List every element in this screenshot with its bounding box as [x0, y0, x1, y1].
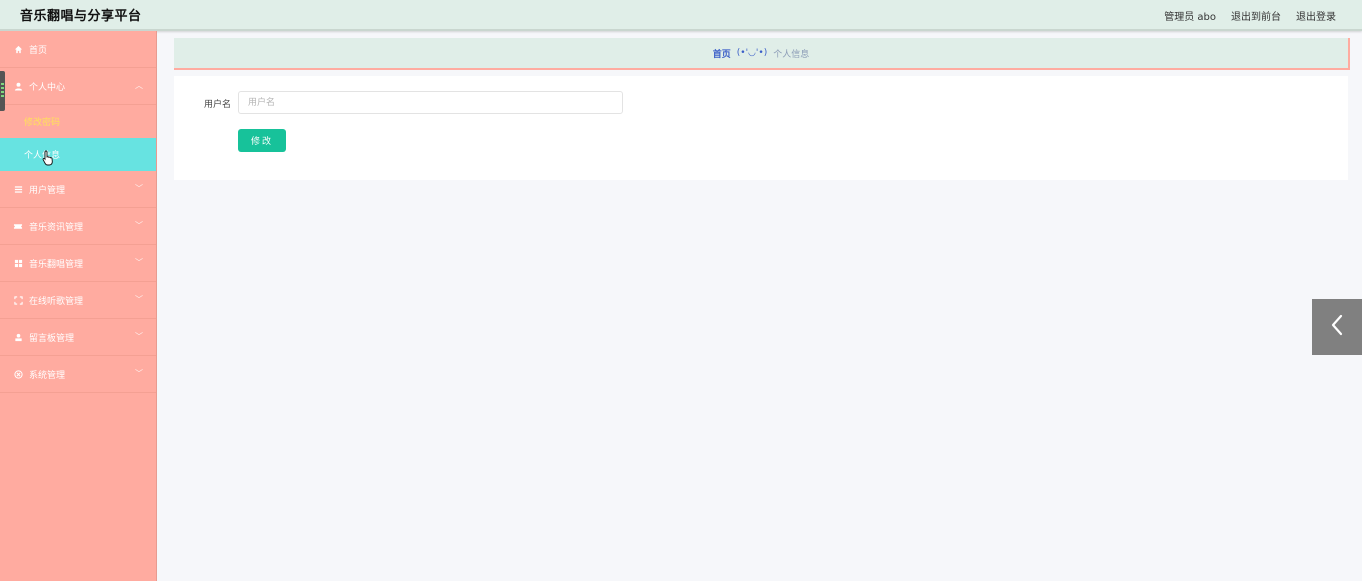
- sidebar-item-label: 首页: [29, 45, 48, 56]
- user-icon: [13, 81, 23, 91]
- sidebar-item-label: 留言板管理: [29, 333, 75, 344]
- breadcrumb-home-link[interactable]: 首页: [713, 47, 731, 60]
- personal-info-form: 用户名 修改: [174, 76, 1348, 180]
- breadcrumb-separator: (•'◡'•): [736, 48, 768, 58]
- chevron-down-icon: ﹀: [135, 369, 143, 378]
- pointer-cursor-icon: [42, 150, 55, 170]
- ticket-icon: [13, 221, 23, 231]
- sidebar-item-label: 个人中心: [29, 82, 66, 93]
- sidebar-item-label: 音乐资讯管理: [29, 222, 84, 233]
- breadcrumb-current: 个人信息: [773, 49, 810, 60]
- to-front-link[interactable]: 退出到前台: [1231, 8, 1281, 23]
- person-icon: [13, 332, 23, 342]
- username-label: 用户名: [204, 100, 232, 110]
- admin-user-label: 管理员 abo: [1164, 12, 1216, 23]
- sidebar-item-label: 系统管理: [29, 370, 66, 381]
- sidebar-item-system-management[interactable]: 系统管理 ﹀: [0, 356, 156, 393]
- chevron-down-icon: ﹀: [135, 221, 143, 230]
- frame-icon: [13, 295, 23, 305]
- sidebar-item-music-cover[interactable]: 音乐翻唱管理 ﹀: [0, 245, 156, 282]
- sidebar-drag-handle[interactable]: [0, 71, 5, 111]
- sidebar-item-home[interactable]: 首页: [0, 31, 156, 68]
- chevron-up-icon: ︿: [135, 81, 143, 90]
- sidebar-subitem-change-password[interactable]: 修改密码: [0, 105, 156, 138]
- sidebar-subitem-personal-info[interactable]: 个人信息: [0, 138, 156, 171]
- chevron-down-icon: ﹀: [135, 332, 143, 341]
- sidebar: 首页 个人中心 ︿ 修改密码 个人信息 用户管理 ﹀ 音乐资讯管理 ﹀ 音乐翻唱…: [0, 31, 157, 581]
- sidebar-item-label: 音乐翻唱管理: [29, 259, 84, 270]
- settings-icon: [13, 369, 23, 379]
- chevron-left-icon: [1330, 314, 1344, 340]
- chevron-down-icon: ﹀: [135, 295, 143, 304]
- header-actions: 管理员 abo 退出到前台 退出登录: [1164, 8, 1336, 23]
- chevron-down-icon: ﹀: [135, 258, 143, 267]
- sidebar-item-personal-center[interactable]: 个人中心 ︿: [0, 68, 156, 105]
- sidebar-item-online-listen[interactable]: 在线听歌管理 ﹀: [0, 282, 156, 319]
- username-input[interactable]: [238, 91, 623, 114]
- chevron-down-icon: ﹀: [135, 184, 143, 193]
- sidebar-item-music-news[interactable]: 音乐资讯管理 ﹀: [0, 208, 156, 245]
- list-icon: [13, 184, 23, 194]
- breadcrumb: 首页 (•'◡'•) 个人信息: [174, 38, 1350, 70]
- sidebar-item-label: 在线听歌管理: [29, 296, 84, 307]
- logout-link[interactable]: 退出登录: [1296, 8, 1336, 23]
- sidebar-subitem-label: 修改密码: [24, 118, 61, 128]
- app-title: 音乐翻唱与分享平台: [20, 9, 142, 24]
- modify-button[interactable]: 修改: [238, 129, 286, 152]
- home-icon: [13, 44, 23, 54]
- sidebar-item-label: 用户管理: [29, 185, 66, 196]
- sidebar-item-user-management[interactable]: 用户管理 ﹀: [0, 171, 156, 208]
- collapse-panel-button[interactable]: [1312, 299, 1362, 355]
- top-header: 音乐翻唱与分享平台 管理员 abo 退出到前台 退出登录: [0, 0, 1362, 31]
- sidebar-item-message-board[interactable]: 留言板管理 ﹀: [0, 319, 156, 356]
- grid-icon: [13, 258, 23, 268]
